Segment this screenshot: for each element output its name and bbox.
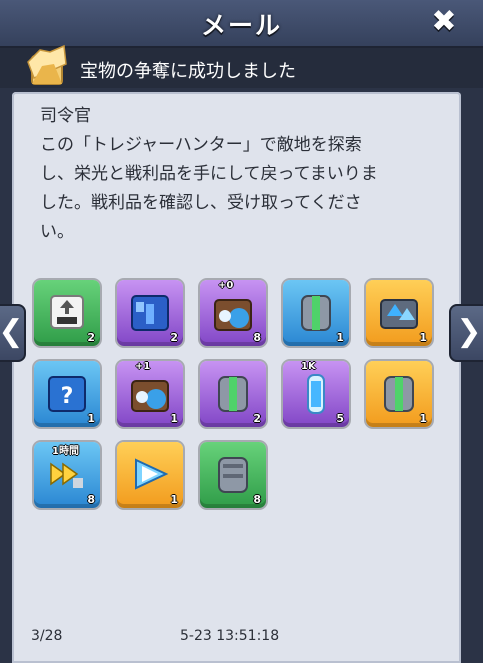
- prev-mail-button[interactable]: ❮: [0, 304, 26, 362]
- reward-item-armor-part-gray[interactable]: 8: [200, 442, 266, 508]
- energy-canister-icon: [307, 374, 325, 414]
- mail-body-panel: 司令官 この「トレジャーハンター」で敵地を探索 し、栄光と戦利品を手にして戻って…: [12, 92, 461, 663]
- page-title: メール: [200, 11, 282, 40]
- mail-icon: [27, 44, 67, 85]
- reward-item-tag: +0: [218, 280, 234, 291]
- reward-item-quantity: 8: [253, 493, 261, 506]
- armor-part-gray-icon: [218, 457, 248, 493]
- reward-item-quantity: 1: [170, 493, 178, 506]
- reward-item-upgrade-mask-crate[interactable]: +0 8: [200, 280, 266, 346]
- upgrade-mask-crate-icon: [214, 299, 252, 331]
- reward-item-speedup-1h[interactable]: 1時間 8: [34, 442, 100, 508]
- mail-message: 司令官 この「トレジャーハンター」で敵地を探索 し、栄光と戦利品を手にして戻って…: [40, 102, 440, 247]
- armor-part-icon: [384, 376, 414, 412]
- reward-item-quantity: 2: [253, 412, 261, 425]
- reward-item-mystery-crate[interactable]: ? 1: [34, 361, 100, 427]
- reward-item-armor-part[interactable]: 2: [200, 361, 266, 427]
- mail-body-line: この「トレジャーハンター」で敵地を探索: [40, 135, 362, 155]
- title-bar: メール ✖: [0, 0, 483, 48]
- reward-item-quantity: 8: [87, 493, 95, 506]
- reward-item-tag: 1時間: [52, 446, 79, 457]
- reward-item-quantity: 5: [336, 412, 344, 425]
- reward-item-quantity: 2: [170, 331, 178, 344]
- speed-triangle-icon: [135, 458, 169, 490]
- reward-item-armor-part[interactable]: 1: [283, 280, 349, 346]
- blue-crate-icon: [131, 295, 169, 331]
- close-button[interactable]: ✖: [427, 5, 461, 39]
- upgrade-mask-crate-icon: [131, 380, 169, 412]
- reward-item-tag: +1: [135, 361, 151, 372]
- reward-item-quantity: 2: [87, 331, 95, 344]
- crystal-chest-icon: [380, 299, 418, 329]
- mail-sender: 司令官: [40, 106, 91, 126]
- reward-item-blue-crate[interactable]: 2: [117, 280, 183, 346]
- reward-item-crystal-chest[interactable]: 1: [366, 280, 432, 346]
- mail-body-line: し、栄光と戦利品を手にして戻ってまいりま: [40, 164, 378, 184]
- reward-item-exp-card[interactable]: 2: [34, 280, 100, 346]
- reward-item-energy-canister[interactable]: 1K 5: [283, 361, 349, 427]
- armor-part-icon: [301, 295, 331, 331]
- reward-item-speed-triangle[interactable]: 1: [117, 442, 183, 508]
- exp-card-icon: [50, 295, 84, 329]
- mail-subject: 宝物の争奪に成功しました: [80, 61, 296, 82]
- mystery-crate-icon: ?: [48, 376, 86, 412]
- reward-item-quantity: 1: [87, 412, 95, 425]
- reward-grid: 2 2 +0 8 1 1? 1 +1 1 2 1K 5 1 1時間 8 1 8: [34, 280, 454, 508]
- mail-subject-row: 宝物の争奪に成功しました: [0, 44, 483, 88]
- reward-item-quantity: 8: [253, 331, 261, 344]
- mail-body-line: い。: [40, 222, 74, 242]
- reward-item-upgrade-mask-crate[interactable]: +1 1: [117, 361, 183, 427]
- reward-item-armor-part[interactable]: 1: [366, 361, 432, 427]
- reward-item-quantity: 1: [336, 331, 344, 344]
- reward-item-quantity: 1: [170, 412, 178, 425]
- reward-item-quantity: 1: [419, 331, 427, 344]
- armor-part-icon: [218, 376, 248, 412]
- svg-text:?: ?: [61, 384, 74, 409]
- mail-body-line: した。戦利品を確認し、受け取ってくださ: [40, 193, 362, 213]
- reward-item-tag: 1K: [301, 361, 316, 372]
- page-counter: 3/28: [31, 628, 63, 644]
- next-mail-button[interactable]: ❯: [449, 304, 483, 362]
- reward-item-quantity: 1: [419, 412, 427, 425]
- mail-timestamp: 5-23 13:51:18: [180, 628, 280, 644]
